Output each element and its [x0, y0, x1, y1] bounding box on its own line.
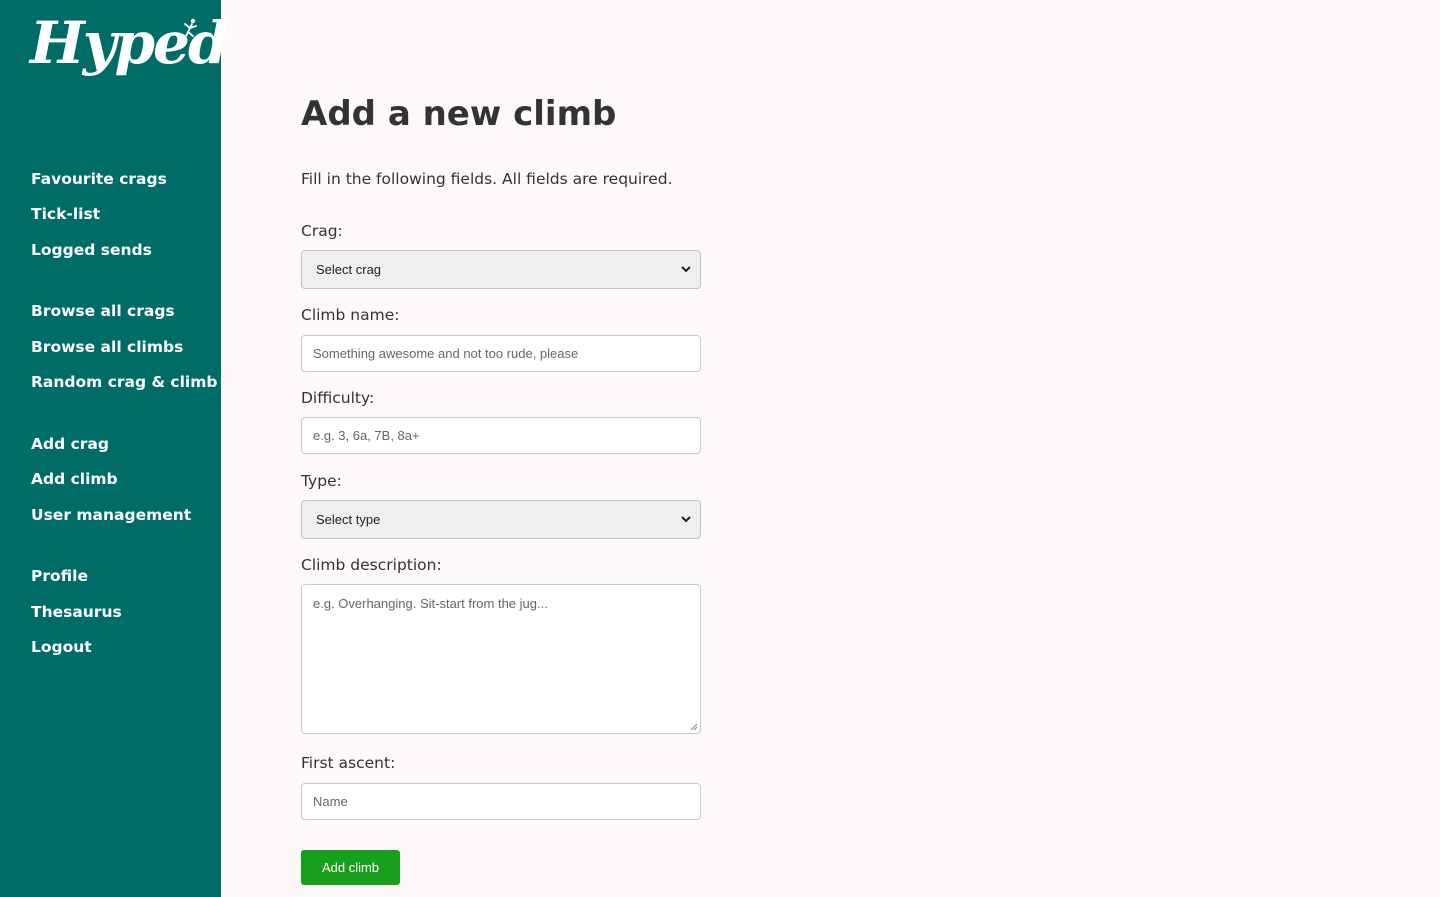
difficulty-input[interactable]: e.g. 3, 6a, 7B, 8a+: [301, 417, 701, 454]
sidebar-item-profile[interactable]: Profile: [31, 567, 88, 585]
sidebar-item-random[interactable]: Random crag & climb: [31, 373, 217, 391]
first-ascent-placeholder: Name: [313, 794, 348, 809]
crag-label: Crag:: [301, 222, 343, 240]
resize-handle-icon[interactable]: [690, 723, 698, 731]
chevron-down-icon: [681, 516, 691, 523]
crag-select[interactable]: Select crag: [301, 250, 701, 289]
sidebar-item-add-climb[interactable]: Add climb: [31, 470, 118, 488]
first-ascent-input[interactable]: Name: [301, 783, 701, 820]
climb-name-placeholder: Something awesome and not too rude, plea…: [313, 346, 579, 361]
form-intro: Fill in the following fields. All fields…: [301, 170, 673, 188]
add-climb-button[interactable]: Add climb: [301, 850, 400, 885]
sidebar-item-user-management[interactable]: User management: [31, 506, 191, 524]
sidebar-item-browse-crags[interactable]: Browse all crags: [31, 302, 175, 320]
description-textarea[interactable]: e.g. Overhanging. Sit-start from the jug…: [301, 584, 701, 734]
sidebar: Hyped Favourite crags Tick-list Logged s…: [0, 0, 229, 897]
sidebar-item-browse-climbs[interactable]: Browse all climbs: [31, 338, 183, 356]
description-placeholder: e.g. Overhanging. Sit-start from the jug…: [313, 596, 548, 611]
crag-select-value: Select crag: [316, 262, 382, 277]
sidebar-item-logout[interactable]: Logout: [31, 638, 92, 656]
type-select-value: Select type: [316, 512, 381, 527]
sidebar-item-tick-list[interactable]: Tick-list: [31, 205, 100, 223]
page-title: Add a new climb: [301, 94, 617, 134]
description-label: Climb description:: [301, 556, 442, 574]
sidebar-item-thesaurus[interactable]: Thesaurus: [31, 603, 122, 621]
climb-name-label: Climb name:: [301, 306, 400, 324]
sidebar-item-add-crag[interactable]: Add crag: [31, 435, 109, 453]
chevron-down-icon: [681, 266, 691, 273]
climb-name-input[interactable]: Something awesome and not too rude, plea…: [301, 335, 701, 372]
sidebar-item-favourite-crags[interactable]: Favourite crags: [31, 170, 167, 188]
first-ascent-label: First ascent:: [301, 754, 396, 772]
logo[interactable]: Hyped: [30, 14, 229, 114]
climber-figure-icon: [183, 18, 197, 41]
difficulty-placeholder: e.g. 3, 6a, 7B, 8a+: [313, 428, 420, 443]
sidebar-item-logged-sends[interactable]: Logged sends: [31, 241, 152, 259]
type-select[interactable]: Select type: [301, 500, 701, 539]
difficulty-label: Difficulty:: [301, 389, 375, 407]
type-label: Type:: [301, 472, 342, 490]
